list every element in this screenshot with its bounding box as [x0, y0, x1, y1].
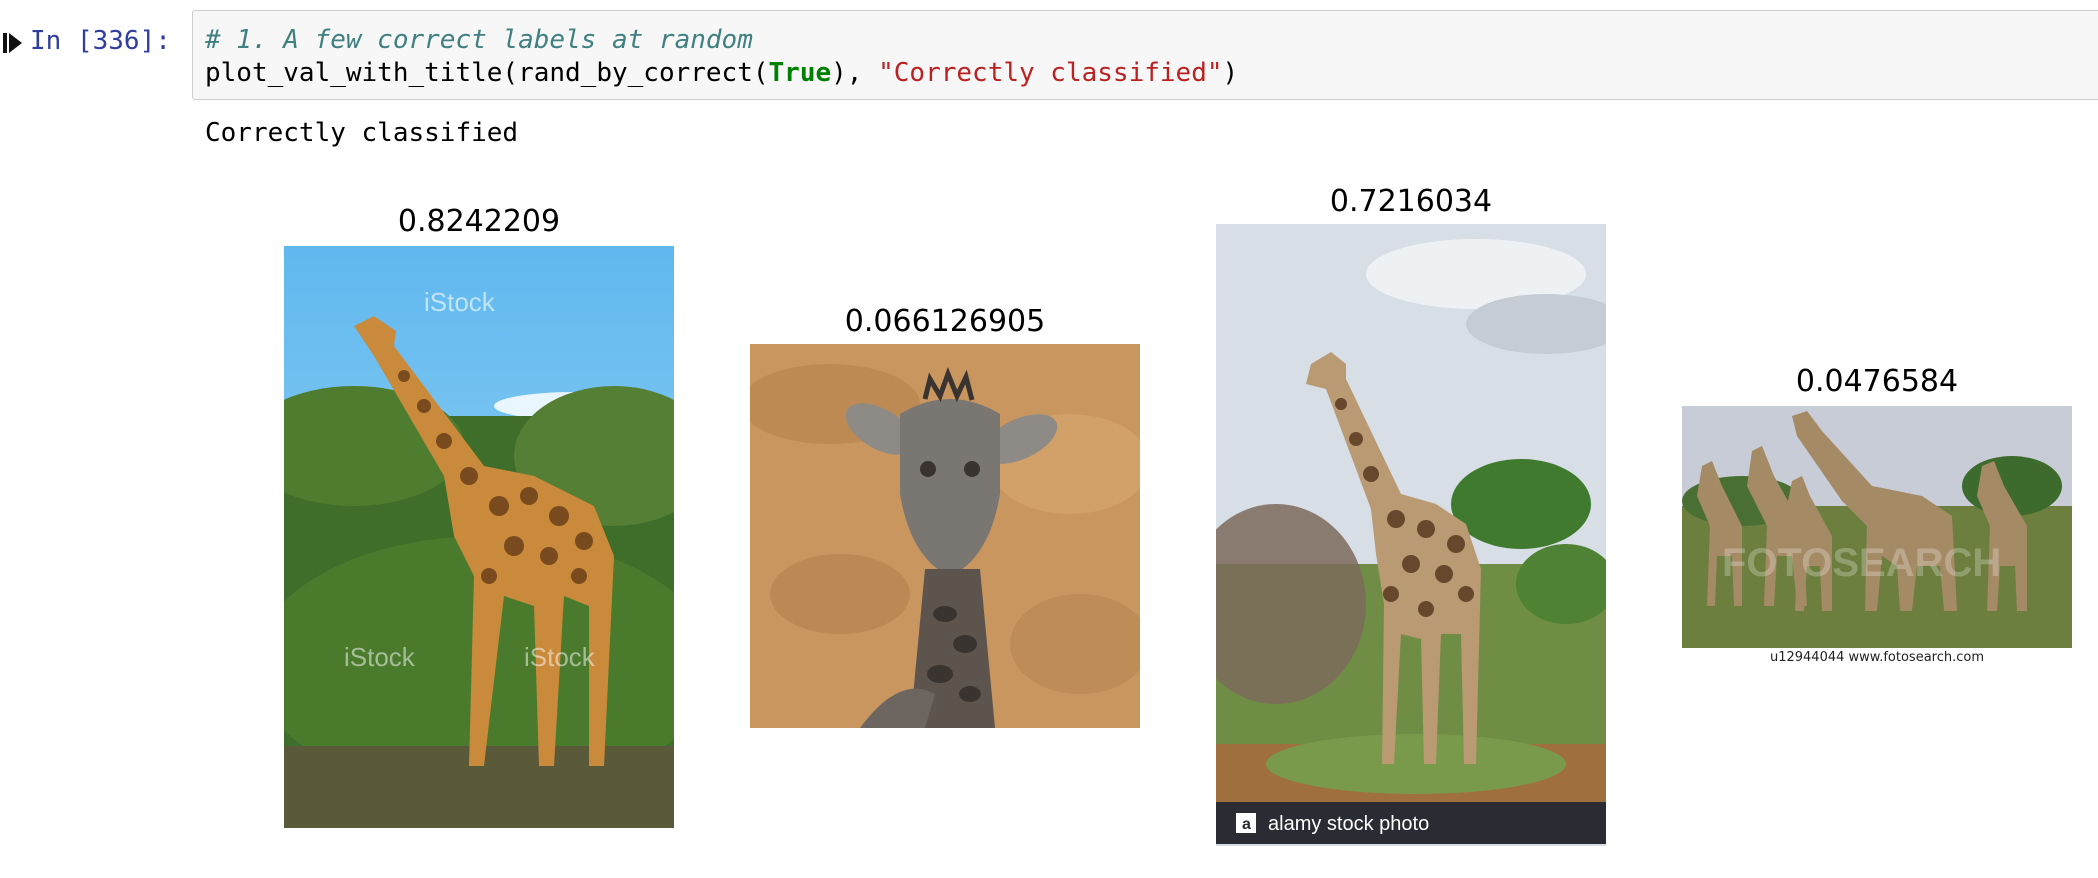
alamy-banner: a alamy stock photo	[1216, 802, 1606, 844]
subplot-title-2: 0.066126905	[844, 304, 1046, 339]
giraffe-photo-3	[1216, 224, 1606, 846]
giraffe-photo-4: FOTOSEARCH	[1682, 406, 2072, 648]
subplot-4: 0.0476584 FOTOSEARCH u12944044 www.fotos…	[1682, 362, 2072, 672]
code-keyword: True	[768, 58, 832, 88]
stdout-output: Correctly classified	[205, 118, 519, 148]
alamy-logo-icon	[1236, 813, 1256, 833]
watermark-text: FOTOSEARCH	[1722, 541, 2001, 585]
watermark-text: iStock	[424, 287, 496, 317]
watermark-text: iStock	[344, 642, 416, 672]
code-punctuation: ),	[831, 58, 879, 88]
cell-prompt: In [336]:	[30, 26, 171, 56]
subplot-title-1: 0.8242209	[397, 204, 561, 239]
code-cell-input[interactable]: # 1. A few correct labels at random plot…	[192, 10, 2098, 100]
giraffe-photo-2	[750, 344, 1140, 728]
watermark-text: iStock	[524, 642, 596, 672]
svg-text:a: a	[1242, 816, 1251, 833]
giraffe-photo-1: iStock iStock iStock	[284, 246, 674, 828]
subplot-title-4: 0.0476584	[1795, 364, 1959, 399]
subplot-title-3: 0.7216034	[1329, 184, 1493, 219]
watermark-text: alamy stock photo	[1268, 813, 1429, 835]
image-caption: u12944044 www.fotosearch.com	[1769, 650, 1985, 665]
code-line-call: plot_val_with_title(rand_by_correct(True…	[205, 58, 1238, 88]
code-comment: # 1. A few correct labels at random	[205, 25, 753, 55]
code-function-call: plot_val_with_title(rand_by_correct(	[205, 58, 769, 88]
code-line-comment: # 1. A few correct labels at random	[205, 25, 753, 55]
subplot-2: 0.066126905	[750, 300, 1140, 730]
subplot-1: 0.8242209 iStock iStock iStock	[284, 200, 674, 830]
run-cell-icon[interactable]	[2, 30, 24, 56]
subplot-3: 0.7216034 a alamy stock photo	[1216, 182, 1606, 848]
code-string: "Correctly classified"	[878, 58, 1223, 88]
code-close-paren: )	[1222, 58, 1239, 88]
